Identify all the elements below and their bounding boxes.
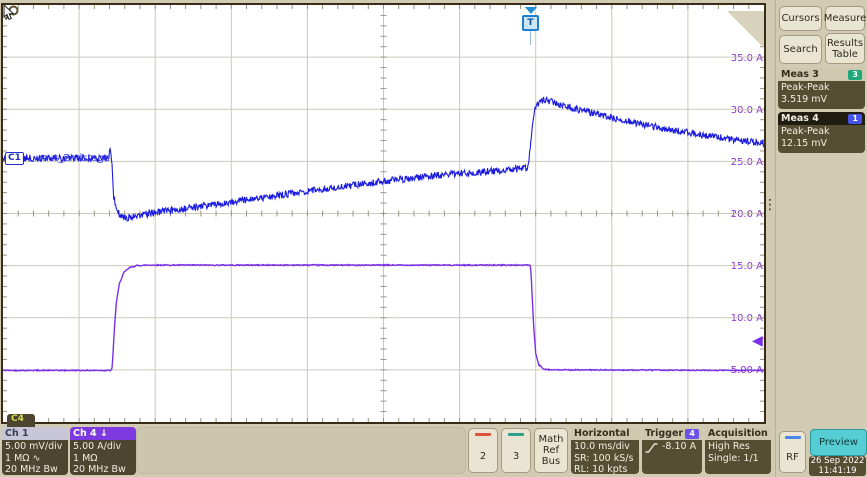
acquisition-mode: High Res xyxy=(708,441,768,453)
channel3-color-bar xyxy=(508,433,524,436)
zoom-corner-button[interactable] xyxy=(727,11,764,48)
time-text: 11:41:19 xyxy=(809,466,866,476)
cursors-button-label: Cursors xyxy=(781,13,819,24)
meas4-title: Meas 4 xyxy=(781,113,819,124)
meas3-value: 3.519 mV xyxy=(781,94,862,106)
channel1-impedance: 1 MΩ ∿ xyxy=(5,453,65,465)
ref-label: Ref xyxy=(543,445,559,456)
channel4-position-arrow-icon[interactable]: ◀ xyxy=(752,334,763,348)
preview-button-label: Preview xyxy=(819,437,858,448)
trigger-header: Trigger 4 xyxy=(642,427,702,440)
meas4-body: Peak-Peak 12.15 mV xyxy=(778,125,865,153)
meas3-source-badge: 3 xyxy=(848,70,862,80)
meas4-value: 12.15 mV xyxy=(781,138,862,150)
results-table-button[interactable]: Results Table xyxy=(825,33,865,64)
meas4-badge[interactable]: Meas 4 1 Peak-Peak 12.15 mV xyxy=(778,112,865,153)
search-button[interactable]: Search xyxy=(779,35,822,64)
mouse-cursor xyxy=(3,5,17,21)
trigger-badge[interactable]: Trigger 4 -8.10 A xyxy=(642,427,702,474)
acquisition-header: Acquisition xyxy=(705,427,771,440)
measure-button-label: Measure xyxy=(824,13,867,24)
channel2-button-label: 2 xyxy=(480,451,486,462)
trigger-stem xyxy=(530,31,531,45)
channel2-color-bar xyxy=(475,433,491,436)
channel1-position-marker[interactable]: C1▶ xyxy=(5,152,30,165)
panel-divider xyxy=(775,0,776,477)
waveform-canvas xyxy=(3,5,764,422)
badge-drag-handle[interactable]: ⋮ xyxy=(763,202,777,209)
trigger-title: Trigger xyxy=(645,428,683,439)
horizontal-title: Horizontal xyxy=(574,428,629,439)
horizontal-scale: 10.0 ms/div xyxy=(574,441,636,453)
trigger-arrow-icon xyxy=(525,7,537,14)
channel1-scale: 5.00 mV/div xyxy=(5,441,65,453)
oscilloscope-screen: 35.0 A 30.0 A 25.0 A 20.0 A 15.0 A 10.0 … xyxy=(0,0,867,477)
channel4-scale: 5.00 A/div xyxy=(73,441,133,453)
channel4-badge[interactable]: Ch 4 ↓ 5.00 A/div 1 MΩ 20 MHz Bw xyxy=(70,427,136,475)
results-table-button-label: Results Table xyxy=(826,38,864,60)
right-arrow-icon: ▶ xyxy=(23,154,30,164)
horizontal-badge[interactable]: Horizontal 10.0 ms/div SR: 100 kS/s RL: … xyxy=(571,427,639,474)
rf-button-label: RF xyxy=(786,452,799,463)
acquisition-count: Single: 1/1 xyxy=(708,453,768,465)
horizontal-header: Horizontal xyxy=(571,427,639,440)
preview-button[interactable]: Preview xyxy=(810,429,867,456)
meas3-type: Peak-Peak xyxy=(781,82,862,94)
meas3-body: Peak-Peak 3.519 mV xyxy=(778,81,865,109)
channel1-badge[interactable]: Ch 1 5.00 mV/div 1 MΩ ∿ 20 MHz Bw xyxy=(2,427,68,475)
channel4-header: Ch 4 ↓ xyxy=(70,427,136,440)
measure-button[interactable]: Measure xyxy=(825,6,865,31)
trigger-flag-icon: T xyxy=(522,15,539,31)
waveform-graticule: 35.0 A 30.0 A 25.0 A 20.0 A 15.0 A 10.0 … xyxy=(1,3,766,424)
trigger-body: -8.10 A xyxy=(642,440,702,474)
meas3-badge[interactable]: Meas 3 3 Peak-Peak 3.519 mV xyxy=(778,68,865,109)
trigger-level: -8.10 A xyxy=(662,441,696,453)
record-length: RL: 10 kpts xyxy=(574,464,636,474)
trigger-position-marker[interactable]: T xyxy=(522,7,539,45)
meas3-header: Meas 3 3 xyxy=(778,68,865,81)
bus-label: Bus xyxy=(542,456,560,467)
channel1-header: Ch 1 xyxy=(2,427,68,440)
rising-edge-icon xyxy=(645,442,658,454)
channel3-button-label: 3 xyxy=(513,451,519,462)
cursors-button[interactable]: Cursors xyxy=(779,6,822,31)
meas4-header: Meas 4 1 xyxy=(778,112,865,125)
channel1-settings: 5.00 mV/div 1 MΩ ∿ 20 MHz Bw xyxy=(2,440,68,475)
acquisition-title: Acquisition xyxy=(708,428,768,439)
channel4-tab[interactable]: C4 xyxy=(7,414,35,427)
channel1-name: Ch 1 xyxy=(5,428,29,439)
rf-color-bar xyxy=(785,436,801,439)
channel3-button[interactable]: 3 xyxy=(501,428,531,473)
trigger-source-badge: 4 xyxy=(685,429,699,439)
channel2-button[interactable]: 2 xyxy=(468,428,498,473)
math-ref-bus-button[interactable]: Math Ref Bus xyxy=(534,428,568,473)
rf-button[interactable]: RF xyxy=(779,431,806,473)
meas4-source-badge: 1 xyxy=(848,114,862,124)
sample-rate: SR: 100 kS/s xyxy=(574,453,636,465)
waveform-name-label: vout_2ndstage xyxy=(36,153,110,164)
measurement-drop-area xyxy=(136,427,466,474)
date-text: 26 Sep 2022 xyxy=(809,456,866,466)
channel4-impedance: 1 MΩ xyxy=(73,453,133,465)
acquisition-badge[interactable]: Acquisition High Res Single: 1/1 xyxy=(705,427,771,474)
datetime-badge: 26 Sep 2022 11:41:19 xyxy=(809,456,866,476)
acquisition-body: High Res Single: 1/1 xyxy=(705,440,771,474)
search-button-label: Search xyxy=(783,44,817,55)
channel1-bandwidth: 20 MHz Bw xyxy=(5,464,65,475)
channel4-bandwidth: 20 MHz Bw xyxy=(73,464,133,475)
meas4-type: Peak-Peak xyxy=(781,126,862,138)
channel1-marker-label: C1 xyxy=(5,152,24,165)
horizontal-body: 10.0 ms/div SR: 100 kS/s RL: 10 kpts xyxy=(571,440,639,474)
meas3-title: Meas 3 xyxy=(781,69,819,80)
channel4-name: Ch 4 ↓ xyxy=(73,428,108,439)
math-label: Math xyxy=(538,434,563,445)
channel4-settings: 5.00 A/div 1 MΩ 20 MHz Bw xyxy=(70,440,136,475)
